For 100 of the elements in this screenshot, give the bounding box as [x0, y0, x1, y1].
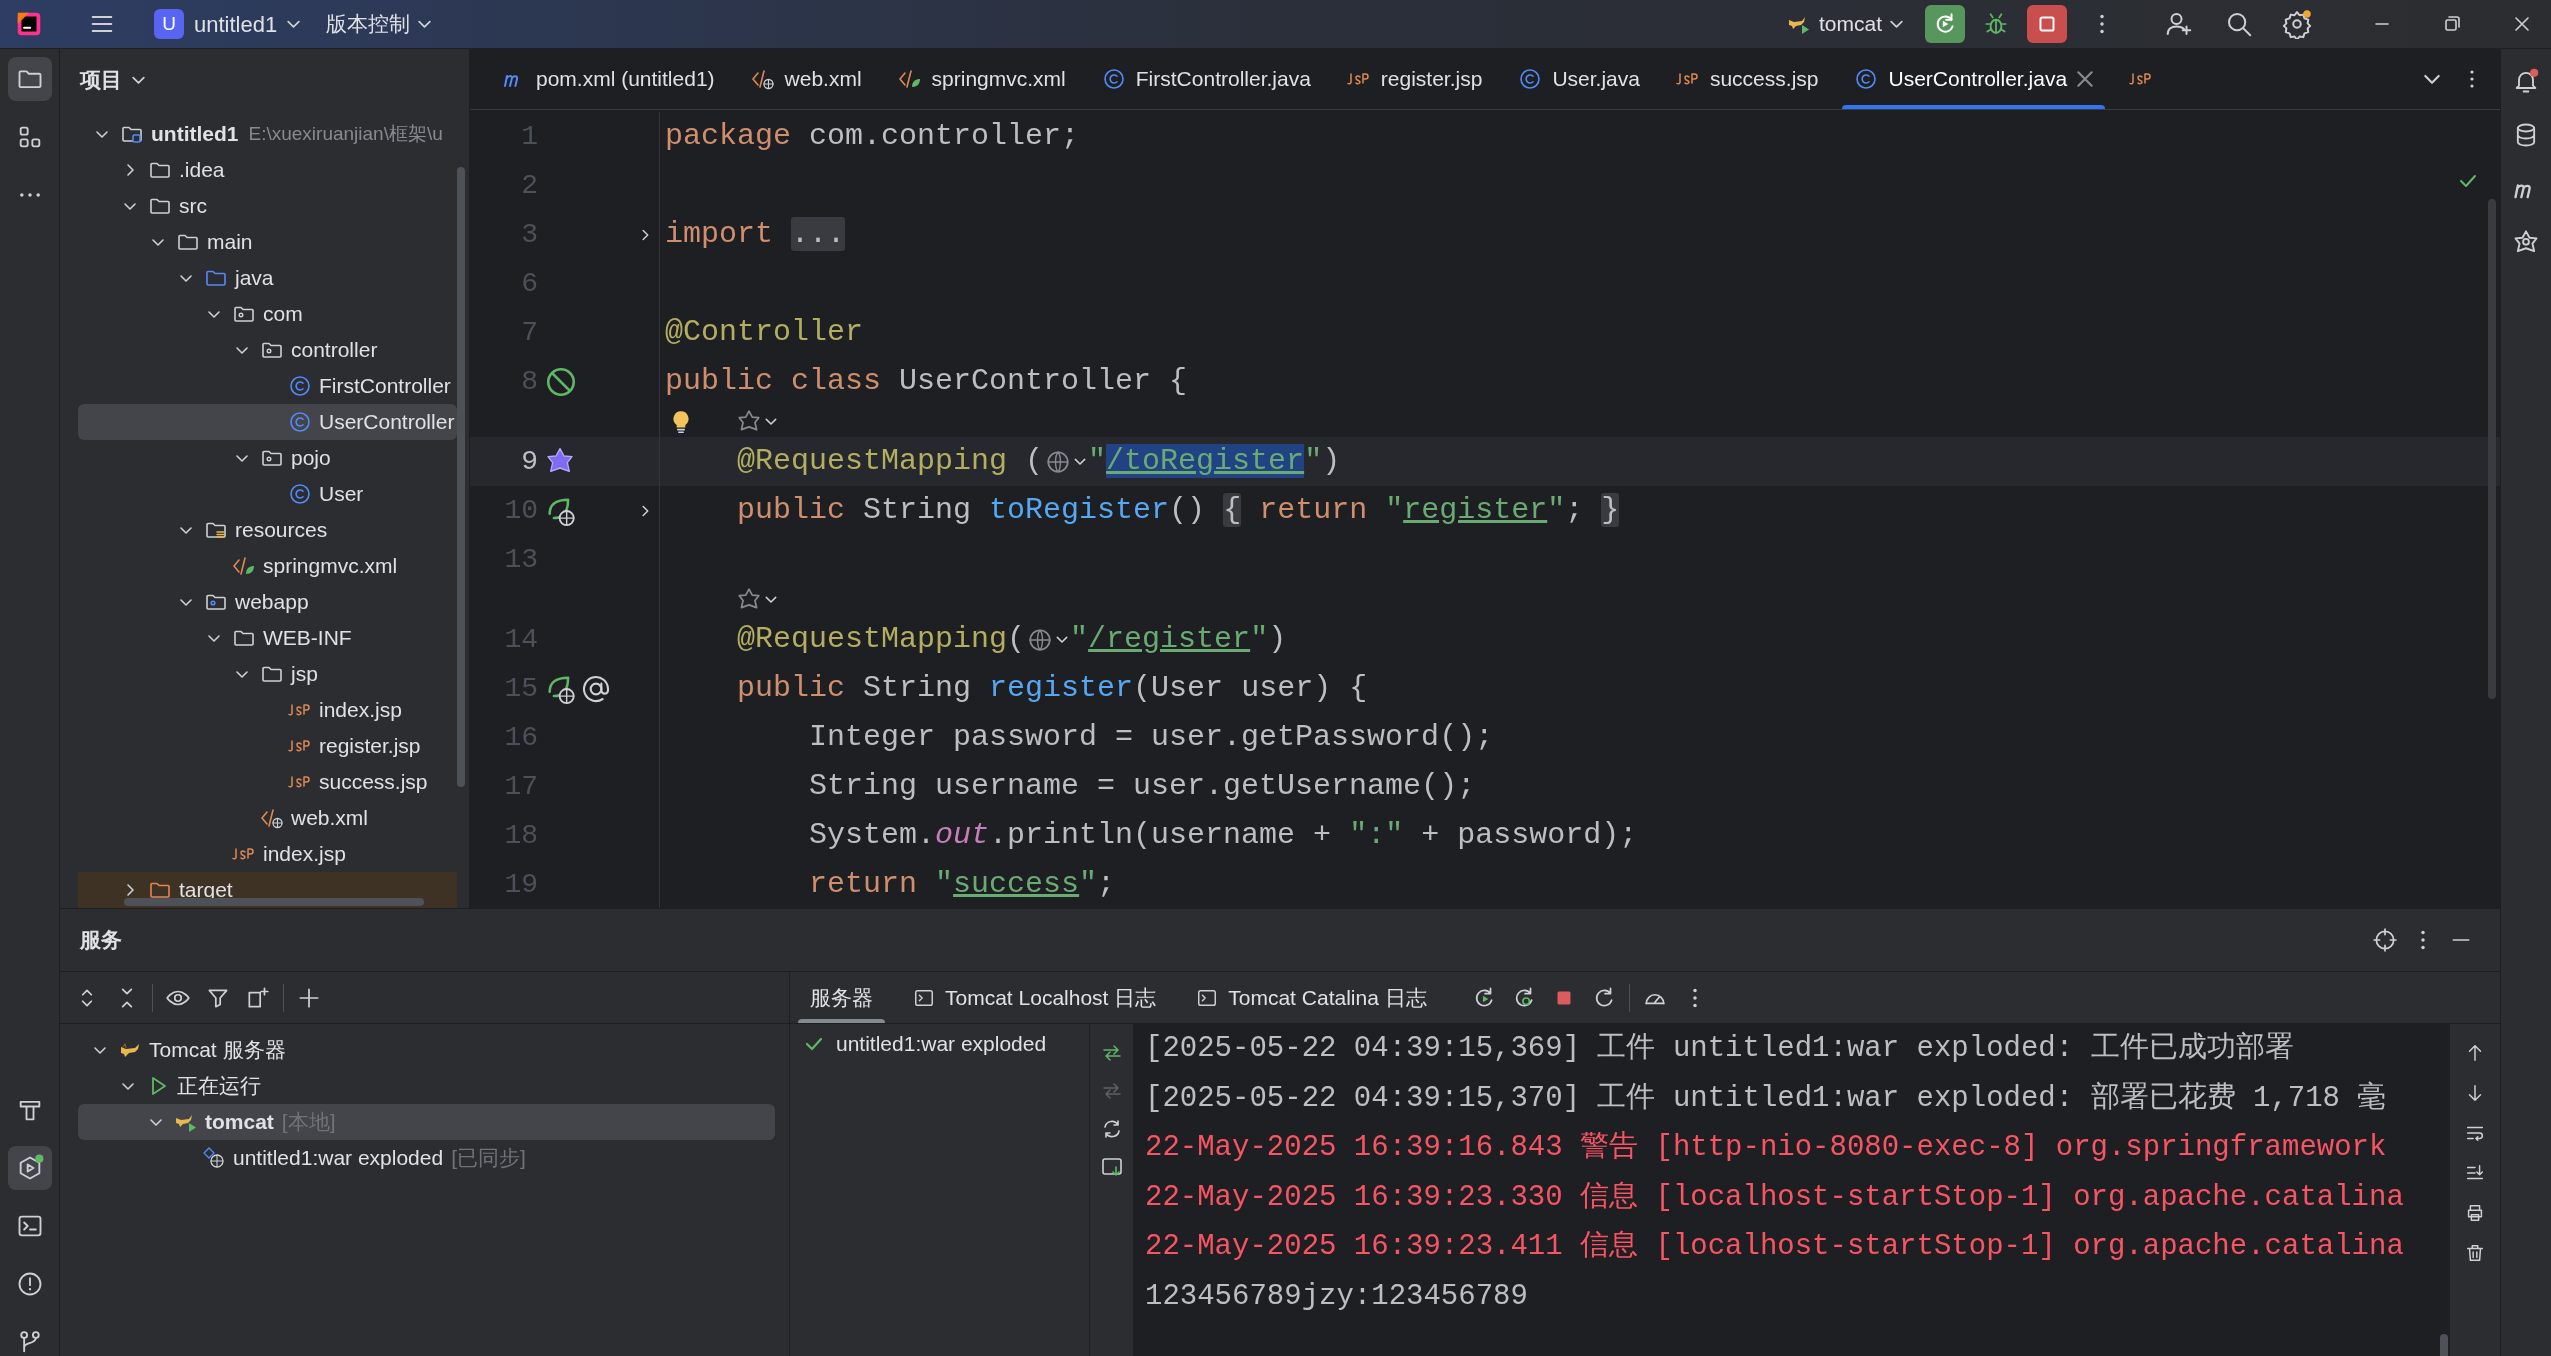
artifact-icon	[202, 1146, 226, 1170]
console-tab[interactable]: 服务器	[790, 972, 893, 1023]
tree-item-label: webapp	[235, 589, 309, 616]
tree-item[interactable]: java	[78, 260, 457, 296]
tree-item[interactable]: com	[78, 296, 457, 332]
tree-item[interactable]: resources	[78, 512, 457, 548]
tree-item[interactable]: success.jsp	[78, 764, 457, 800]
tree-item[interactable]: UserController	[78, 404, 457, 440]
tree-item-label: register.jsp	[319, 733, 421, 760]
tree-item-label: com	[263, 301, 303, 328]
deployment-item[interactable]: untitled1:war exploded	[798, 1026, 1089, 1062]
editor-tab[interactable]: springmvc.xml	[879, 49, 1084, 109]
tree-item-label: untitled1:war exploded	[233, 1145, 444, 1172]
console-tab[interactable]: Tomcat Catalina 日志	[1176, 972, 1447, 1023]
crosshair-icon[interactable]	[2372, 927, 2398, 953]
editor-tab[interactable]: web.xml	[732, 49, 880, 109]
editor-tab[interactable]: User.java	[1500, 49, 1658, 109]
tree-item[interactable]: index.jsp	[78, 692, 457, 728]
tree-item-label: FirstController	[319, 373, 451, 400]
tool-window-button[interactable]	[7, 1146, 52, 1190]
tree-item[interactable]: 正在运行	[78, 1068, 775, 1104]
tree-item[interactable]: main	[78, 224, 457, 260]
tree-item-label: WEB-INF	[263, 625, 352, 652]
close-icon[interactable]	[2077, 71, 2094, 87]
code-text: public class UserController {	[665, 363, 1188, 400]
tree-item-label: Tomcat 服务器	[149, 1037, 286, 1064]
line-number: 9	[520, 444, 538, 479]
xml-file-icon	[897, 67, 922, 91]
caret-icon[interactable]	[1074, 458, 1087, 465]
tree-item[interactable]: User	[78, 476, 457, 512]
tree-item[interactable]: WEB-INF	[78, 620, 457, 656]
scrollbar[interactable]	[2440, 1334, 2448, 1356]
scrollbar[interactable]	[2488, 199, 2496, 699]
vcs-menu[interactable]: 版本控制	[326, 8, 432, 40]
editor-tab[interactable]: UserController.java	[1836, 49, 2112, 109]
editor-tab[interactable]: FirstController.java	[1083, 49, 1329, 109]
tree-item-label: index.jsp	[319, 697, 402, 724]
tree-item[interactable]: web.xml	[78, 800, 457, 836]
tree-item[interactable]: index.jsp	[78, 836, 457, 872]
caret-icon[interactable]	[2424, 74, 2440, 84]
caret-icon[interactable]	[765, 418, 777, 425]
console-tab[interactable]: Tomcat Localhost 日志	[893, 972, 1177, 1023]
tree-item-label: java	[235, 265, 274, 292]
tree-item-label: resources	[235, 517, 328, 544]
class-icon	[288, 410, 312, 434]
class-icon	[288, 482, 312, 506]
tree-item-label: controller	[291, 337, 378, 364]
tree-item[interactable]: register.jsp	[78, 728, 457, 764]
editor-tab[interactable]: success.jsp	[1657, 49, 1837, 109]
console-line: [2025-05-22 04:39:15,369] 工件 untitled1:war exploded: 工件已成功部署	[1145, 1030, 2294, 1067]
tree-item-label: main	[207, 229, 253, 256]
tree-item-label: untitled1	[151, 121, 239, 148]
tree-item[interactable]: springmvc.xml	[78, 548, 457, 584]
tree-item[interactable]: jsp	[78, 656, 457, 692]
stop-button[interactable]	[2027, 5, 2067, 43]
tree-item-label: tomcat	[205, 1109, 274, 1136]
scrollbar[interactable]	[124, 898, 424, 906]
scrollbar[interactable]	[457, 167, 465, 787]
tree-item[interactable]: untitled1 E:\xuexiruanjian\框架\u	[78, 116, 457, 152]
tree-item-label: springmvc.xml	[263, 553, 398, 580]
caret-icon[interactable]	[765, 596, 777, 603]
caret-icon	[418, 20, 432, 28]
tool-window-button[interactable]	[7, 57, 52, 101]
tree-item[interactable]: untitled1:war exploded [已同步]	[78, 1140, 775, 1176]
tree-item[interactable]: controller	[78, 332, 457, 368]
project-switcher[interactable]: U untitled1	[154, 7, 301, 41]
deployment-label: untitled1:war exploded	[836, 1031, 1047, 1058]
code-text: System.out.println(username + ":" + password);	[808, 817, 1638, 854]
tree-item-label: jsp	[291, 661, 318, 688]
tree-item[interactable]: Tomcat 服务器	[78, 1032, 775, 1068]
code-text: @RequestMapping (	[736, 443, 1044, 480]
code-text: import ...	[665, 216, 846, 253]
tree-item-label: src	[179, 193, 207, 220]
window-download-icon[interactable]	[1099, 1155, 1124, 1179]
globe-icon[interactable]	[1045, 448, 1072, 475]
tree-item[interactable]: webapp	[78, 584, 457, 620]
xml-file-icon	[260, 806, 284, 830]
bug-icon[interactable]	[1983, 11, 2009, 37]
tree-item[interactable]: .idea	[78, 152, 457, 188]
new-group-icon[interactable]	[245, 984, 271, 1011]
console-line: 123456789jzy:123456789	[1145, 1278, 1528, 1315]
rerun-button[interactable]	[1925, 5, 1965, 43]
code-text: return "success";	[808, 866, 1116, 903]
project-view-selector[interactable]: 项目	[80, 63, 145, 96]
xml-file-icon	[232, 554, 256, 578]
caret-icon	[287, 20, 301, 28]
tree-item[interactable]: FirstController	[78, 368, 457, 404]
caret-icon[interactable]	[1056, 636, 1069, 643]
trash-icon[interactable]	[2464, 1242, 2486, 1264]
editor-tab[interactable]: register.jsp	[1328, 49, 1501, 109]
tree-item[interactable]: src	[78, 188, 457, 224]
code-text: String username = user.getUsername();	[808, 768, 1476, 805]
settings-icon[interactable]	[2282, 9, 2312, 39]
globe-icon[interactable]	[1027, 626, 1054, 653]
class-icon	[1101, 67, 1126, 91]
run-configuration[interactable]: tomcat	[1786, 8, 1903, 40]
console-line: 22-May-2025 16:39:23.330 信息 [localhost-startStop-1] org.apache.catalina	[1145, 1179, 2404, 1216]
editor-tab[interactable]: pom.xml (untitled1)	[484, 49, 733, 109]
tree-item[interactable]: pojo	[78, 440, 457, 476]
code-text: Integer password = user.getPassword();	[808, 719, 1494, 756]
